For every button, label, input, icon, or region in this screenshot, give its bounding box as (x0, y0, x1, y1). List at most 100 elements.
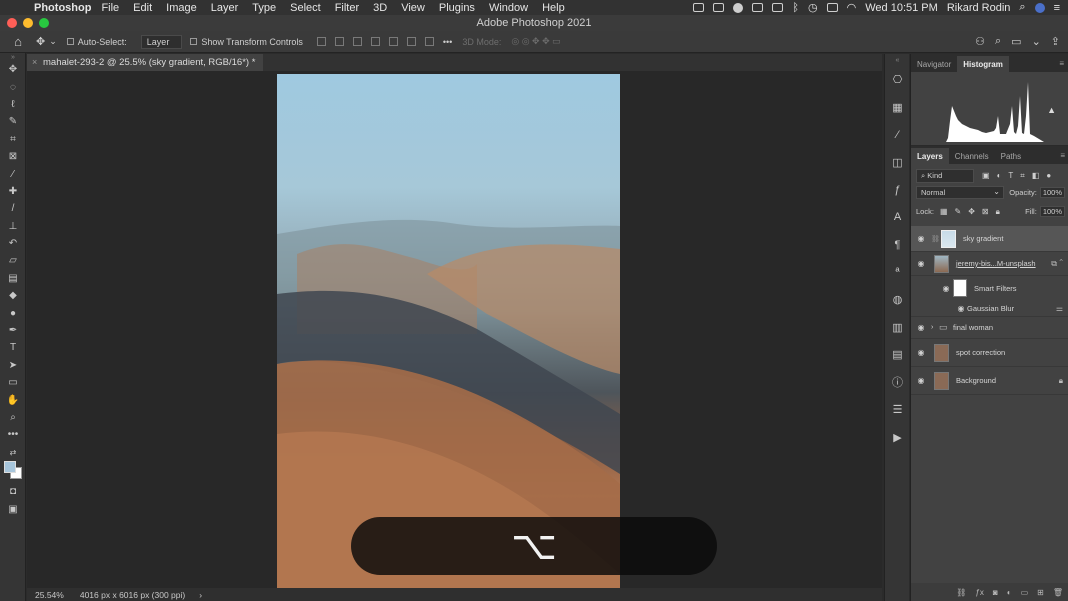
align-bottom-icon[interactable] (406, 37, 416, 46)
canvas-area[interactable] (27, 71, 882, 588)
link-layers-icon[interactable]: ⛓ (956, 588, 966, 597)
time-machine-icon[interactable]: ◷ (808, 1, 818, 14)
zoom-level[interactable]: 25.54% (35, 590, 64, 600)
blend-mode-dropdown[interactable]: Normal (916, 186, 1004, 199)
layer-smart-filters[interactable]: ◉ Smart Filters (911, 276, 1068, 300)
show-transform-checkbox[interactable]: Show Transform Controls (190, 37, 303, 47)
wifi-icon[interactable]: ◠ (847, 1, 857, 14)
lasso-tool-icon[interactable]: ℓ (0, 96, 26, 113)
home-icon[interactable]: ⌂ (0, 34, 36, 49)
collapse-arrows-icon[interactable]: » (0, 53, 26, 61)
menu-filter[interactable]: Filter (335, 2, 359, 14)
3d-icon[interactable]: ◍ (885, 286, 910, 314)
frame-tool-icon[interactable]: ⊠ (0, 148, 26, 165)
eye-icon[interactable]: ◉ (911, 323, 931, 332)
collapse-arrows-icon[interactable]: « (885, 54, 910, 66)
panel-menu-icon[interactable]: ≡ (1060, 151, 1065, 160)
new-layer-icon[interactable]: ⊞ (1037, 588, 1044, 597)
smart-object-icon[interactable]: ⧉ ⌃ (1051, 259, 1063, 269)
filter-adjustment-icon[interactable]: ◐ (997, 171, 1002, 181)
align-left-icon[interactable] (316, 37, 326, 46)
eyedropper-tool-icon[interactable]: ⁄ (0, 165, 26, 182)
layer-filter-kind[interactable]: ⌕ Kind (916, 168, 974, 183)
menu-3d[interactable]: 3D (373, 2, 387, 14)
clone-source-icon[interactable]: ◫ (885, 149, 910, 177)
siri-icon[interactable] (1034, 2, 1045, 13)
more-options-icon[interactable]: ••• (443, 37, 452, 47)
new-group-icon[interactable]: ▭ (1021, 588, 1029, 597)
panel-menu-icon[interactable]: ≡ (1059, 59, 1064, 68)
clone-stamp-tool-icon[interactable]: ⊥ (0, 218, 26, 235)
dodge-tool-icon[interactable]: ● (0, 304, 26, 321)
tab-histogram[interactable]: Histogram (957, 56, 1009, 72)
quick-mask-icon[interactable]: ◘ (0, 483, 26, 500)
adjust-sliders-icon[interactable]: ☰ (885, 396, 910, 424)
filter-type-icon[interactable]: T (1008, 171, 1013, 181)
status-item-icon[interactable] (713, 3, 725, 12)
chevron-right-icon[interactable]: › (931, 324, 939, 331)
healing-brush-tool-icon[interactable]: ✚ (0, 183, 26, 200)
color-swatches[interactable] (0, 460, 26, 483)
layer-jeremy[interactable]: ◉ jeremy-bis...M-unsplash ⧉ ⌃ (911, 252, 1068, 276)
bluetooth-icon[interactable]: ᛒ (792, 2, 799, 14)
trash-icon[interactable]: 🗑︎ (1053, 588, 1063, 597)
document-tab[interactable]: × mahalet-293-2 @ 25.5% (sky gradient, R… (27, 54, 264, 71)
display-icon[interactable] (826, 3, 838, 12)
blur-tool-icon[interactable]: ◆ (0, 287, 26, 304)
brush-tool-icon[interactable]: / (0, 200, 26, 217)
crop-tool-icon[interactable]: ⌗ (0, 131, 26, 148)
tab-paths[interactable]: Paths (995, 148, 1027, 164)
chevron-down-icon[interactable]: ⌄ (49, 36, 57, 47)
filter-options-icon[interactable]: ⚌ (1056, 304, 1063, 313)
status-item-icon[interactable] (772, 3, 784, 12)
warning-icon[interactable]: ▲ (1047, 105, 1056, 115)
glyphs-icon[interactable]: ª (885, 259, 910, 287)
swatches-icon[interactable]: ▦ (885, 94, 910, 122)
menu-view[interactable]: View (401, 2, 425, 14)
search-icon[interactable]: ⌕ (995, 35, 1001, 48)
menu-image[interactable]: Image (166, 2, 197, 14)
rectangle-tool-icon[interactable]: ▭ (0, 374, 26, 391)
layer-style-icon[interactable]: ƒx (975, 588, 983, 597)
hand-tool-icon[interactable]: ✋ (0, 391, 26, 408)
play-action-icon[interactable]: ▶ (885, 424, 910, 452)
libraries-icon[interactable]: ▤ (885, 341, 910, 369)
lock-position-icon[interactable]: ✥ (968, 207, 975, 217)
tab-channels[interactable]: Channels (949, 148, 995, 164)
workspace-icon[interactable]: ▭ (1011, 35, 1021, 48)
menu-select[interactable]: Select (290, 2, 321, 14)
status-item-icon[interactable] (733, 2, 744, 13)
align-right-icon[interactable] (352, 37, 362, 46)
share-upload-icon[interactable]: ⇪ (1051, 35, 1060, 48)
control-center-icon[interactable]: ≡ (1054, 2, 1060, 14)
marquee-tool-icon[interactable]: ◌ (0, 78, 26, 95)
opacity-value[interactable]: 100% (1039, 187, 1065, 198)
menu-file[interactable]: File (101, 2, 119, 14)
tab-navigator[interactable]: Navigator (911, 56, 957, 72)
lock-transparent-icon[interactable]: ▦ (940, 207, 948, 217)
properties-icon[interactable]: ▥ (885, 314, 910, 342)
brush-settings-icon[interactable]: ⁄ (885, 121, 910, 149)
screen-mode-icon[interactable]: ▣ (0, 500, 26, 517)
path-select-tool-icon[interactable]: ➤ (0, 357, 26, 374)
move-tool-icon[interactable]: ✥ (0, 61, 26, 78)
filter-smartobject-icon[interactable]: ◧ (1032, 171, 1040, 181)
quick-select-tool-icon[interactable]: ✎ (0, 113, 26, 130)
gradient-tool-icon[interactable]: ▤ (0, 270, 26, 287)
menu-plugins[interactable]: Plugins (439, 2, 475, 14)
menu-edit[interactable]: Edit (133, 2, 152, 14)
spotlight-icon[interactable]: ⌕ (1019, 1, 1025, 14)
filter-shape-icon[interactable]: ⌗ (1020, 171, 1025, 181)
tab-layers[interactable]: Layers (911, 148, 949, 164)
menubar-clock[interactable]: Wed 10:51 PM (865, 2, 938, 14)
auto-select-dropdown[interactable]: Layer (140, 34, 183, 49)
eye-icon[interactable]: ◉ (911, 376, 931, 385)
zoom-tool-icon[interactable]: ⌕ (0, 409, 26, 426)
pen-tool-icon[interactable]: ✒ (0, 322, 26, 339)
layer-background[interactable]: ◉ Background 🔒︎ (911, 367, 1068, 395)
chevron-down-icon[interactable]: ⌄ (1032, 35, 1041, 48)
distribute-icon[interactable] (424, 37, 434, 46)
layer-gaussian-blur[interactable]: ◉ Gaussian Blur ⚌ (911, 300, 1068, 317)
adjustments-icon[interactable]: ⎔ (885, 66, 910, 94)
lock-image-icon[interactable]: ✎ (955, 207, 962, 217)
